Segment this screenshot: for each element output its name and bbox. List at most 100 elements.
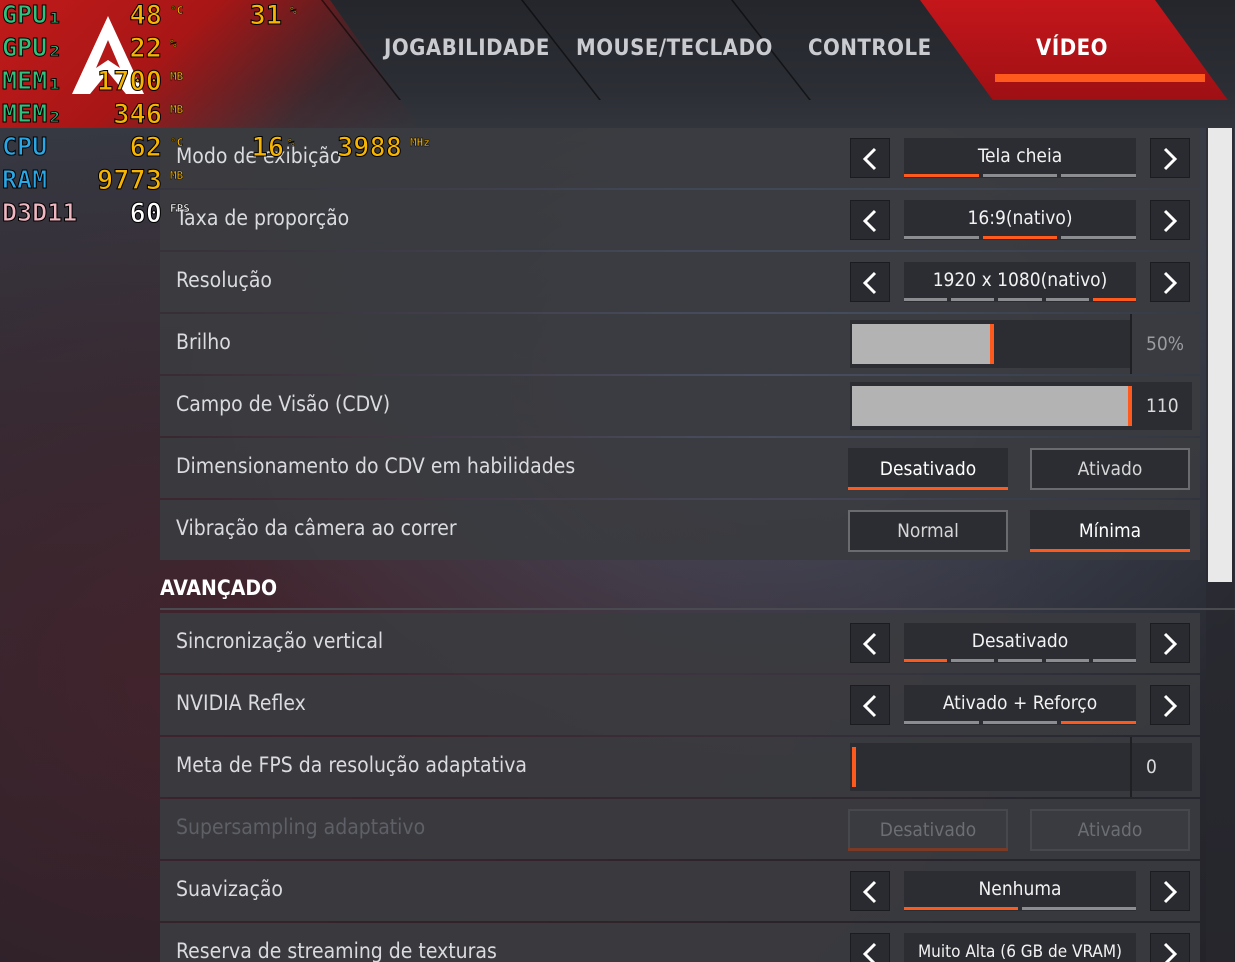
selected-value: 1920 x 1080(nativo) bbox=[932, 269, 1108, 291]
overlay-unit: % bbox=[170, 37, 177, 51]
option-indicator-segment bbox=[904, 721, 979, 724]
overlay-unit: % bbox=[290, 4, 297, 18]
next-option-button[interactable] bbox=[1150, 623, 1190, 663]
overlay-value: 31 bbox=[249, 0, 283, 32]
brightness-slider[interactable] bbox=[850, 320, 1132, 368]
next-option-button[interactable] bbox=[1150, 685, 1190, 725]
setting-label: NVIDIA Reflex bbox=[176, 691, 306, 715]
scrollbar-thumb[interactable] bbox=[1208, 128, 1232, 582]
chevron-left-icon bbox=[862, 209, 877, 233]
overlay-unit: °C bbox=[170, 136, 184, 150]
next-option-button[interactable] bbox=[1150, 200, 1190, 240]
selected-value: Tela cheia bbox=[977, 145, 1063, 167]
option-indicator-segment bbox=[951, 298, 995, 301]
option-normal-button[interactable]: Normal bbox=[848, 510, 1008, 552]
overlay-label: MEM₂ bbox=[1, 99, 63, 129]
slider-handle[interactable] bbox=[852, 747, 856, 787]
option-minimal-button[interactable]: Mínima bbox=[1030, 510, 1190, 552]
chevron-right-icon bbox=[1163, 147, 1178, 171]
overlay-label: RAM bbox=[1, 165, 48, 195]
overlay-label: GPU₁ bbox=[1, 0, 63, 30]
section-title-advanced: AVANÇADO bbox=[160, 576, 278, 600]
performance-overlay: GPU₁ 48 °C 31 % GPU₂ 22 % MEM₁ 1700 MB M… bbox=[0, 0, 460, 240]
chevron-right-icon bbox=[1163, 271, 1178, 295]
prev-option-button[interactable] bbox=[850, 138, 890, 178]
selected-value: Desativado bbox=[971, 630, 1069, 652]
next-option-button[interactable] bbox=[1150, 871, 1190, 911]
setting-label: Dimensionamento do CDV em habilidades bbox=[176, 454, 576, 478]
option-selector: Ativado + Reforço bbox=[904, 685, 1137, 725]
option-indicator-segment bbox=[951, 659, 995, 662]
chevron-left-icon bbox=[862, 271, 877, 295]
prev-option-button[interactable] bbox=[850, 933, 890, 962]
chevron-right-icon bbox=[1163, 632, 1178, 656]
overlay-value: 9773 bbox=[96, 165, 162, 197]
option-indicator-segment bbox=[904, 174, 979, 177]
section-divider bbox=[160, 608, 1235, 610]
option-indicator-segment bbox=[1092, 298, 1137, 301]
setting-label: Reserva de streaming de texturas bbox=[176, 939, 497, 962]
chevron-left-icon bbox=[862, 942, 877, 962]
overlay-label: MEM₁ bbox=[1, 66, 63, 96]
option-indicator-segment bbox=[1045, 659, 1089, 662]
selected-value: Ativado + Reforço bbox=[942, 692, 1098, 714]
option-indicator bbox=[904, 907, 1136, 911]
adaptive-fps-slider[interactable] bbox=[850, 743, 1132, 791]
overlay-value: 62 bbox=[129, 132, 163, 164]
setting-label: Campo de Visão (CDV) bbox=[176, 392, 391, 416]
overlay-unit: MHz bbox=[410, 136, 430, 150]
tab-mouse-keyboard[interactable]: MOUSE/TECLADO bbox=[576, 36, 772, 66]
setting-label: Supersampling adaptativo bbox=[176, 815, 426, 839]
option-indicator bbox=[904, 298, 1137, 302]
chevron-right-icon bbox=[1163, 209, 1178, 233]
prev-option-button[interactable] bbox=[850, 200, 890, 240]
prev-option-button[interactable] bbox=[850, 623, 890, 663]
option-indicator-segment bbox=[982, 174, 1058, 177]
slider-value: 50% bbox=[1146, 333, 1184, 355]
setting-vsync: Sincronização vertical Desativado bbox=[160, 613, 1200, 673]
option-indicator bbox=[904, 721, 1137, 725]
next-option-button[interactable] bbox=[1150, 138, 1190, 178]
tab-video[interactable]: VÍDEO bbox=[1030, 36, 1114, 66]
overlay-unit: MB bbox=[170, 103, 184, 117]
setting-label: Brilho bbox=[176, 330, 231, 354]
slider-value[interactable]: 0 bbox=[1132, 743, 1192, 791]
prev-option-button[interactable] bbox=[850, 685, 890, 725]
setting-brightness: Brilho 50% bbox=[160, 314, 1200, 374]
setting-fov: Campo de Visão (CDV) 110 bbox=[160, 376, 1200, 436]
overlay-value: 16 bbox=[251, 132, 285, 164]
option-disabled-button[interactable]: Desativado bbox=[848, 448, 1008, 490]
prev-option-button[interactable] bbox=[850, 262, 890, 302]
selected-value: 16:9(nativo) bbox=[967, 207, 1073, 229]
tab-controller[interactable]: CONTROLE bbox=[808, 36, 931, 66]
overlay-label: GPU₂ bbox=[1, 33, 63, 63]
setting-adaptive-supersampling: Supersampling adaptativo Desativado Ativ… bbox=[160, 799, 1200, 859]
chevron-left-icon bbox=[862, 632, 877, 656]
slider-fill bbox=[852, 386, 1128, 426]
option-indicator bbox=[904, 174, 1137, 178]
option-indicator-segment bbox=[998, 659, 1042, 662]
setting-camera-shake: Vibração da câmera ao correr Normal Míni… bbox=[160, 500, 1200, 560]
option-indicator-segment bbox=[1022, 907, 1136, 910]
slider-handle[interactable] bbox=[990, 324, 994, 364]
chevron-left-icon bbox=[862, 147, 877, 171]
overlay-label: D3D11 bbox=[1, 198, 78, 228]
selected-value: Muito Alta (6 GB de VRAM) bbox=[917, 942, 1123, 962]
chevron-right-icon bbox=[1163, 880, 1178, 904]
setting-fov-scaling: Dimensionamento do CDV em habilidades De… bbox=[160, 438, 1200, 498]
next-option-button[interactable] bbox=[1150, 262, 1190, 302]
slider-value[interactable]: 110 bbox=[1132, 382, 1192, 430]
option-enabled-button[interactable]: Ativado bbox=[1030, 448, 1190, 490]
overlay-label: CPU bbox=[1, 132, 48, 162]
overlay-value: 3988 bbox=[336, 132, 402, 164]
prev-option-button[interactable] bbox=[850, 871, 890, 911]
option-indicator-segment bbox=[904, 659, 948, 662]
overlay-unit: MB bbox=[170, 169, 184, 183]
fov-slider[interactable] bbox=[850, 382, 1132, 430]
slider-fill bbox=[852, 324, 990, 364]
option-indicator-segment bbox=[998, 298, 1042, 301]
next-option-button[interactable] bbox=[1150, 933, 1190, 962]
option-indicator-segment bbox=[1061, 236, 1137, 239]
setting-label: Resolução bbox=[176, 268, 272, 292]
overlay-unit: FPS bbox=[170, 202, 190, 216]
